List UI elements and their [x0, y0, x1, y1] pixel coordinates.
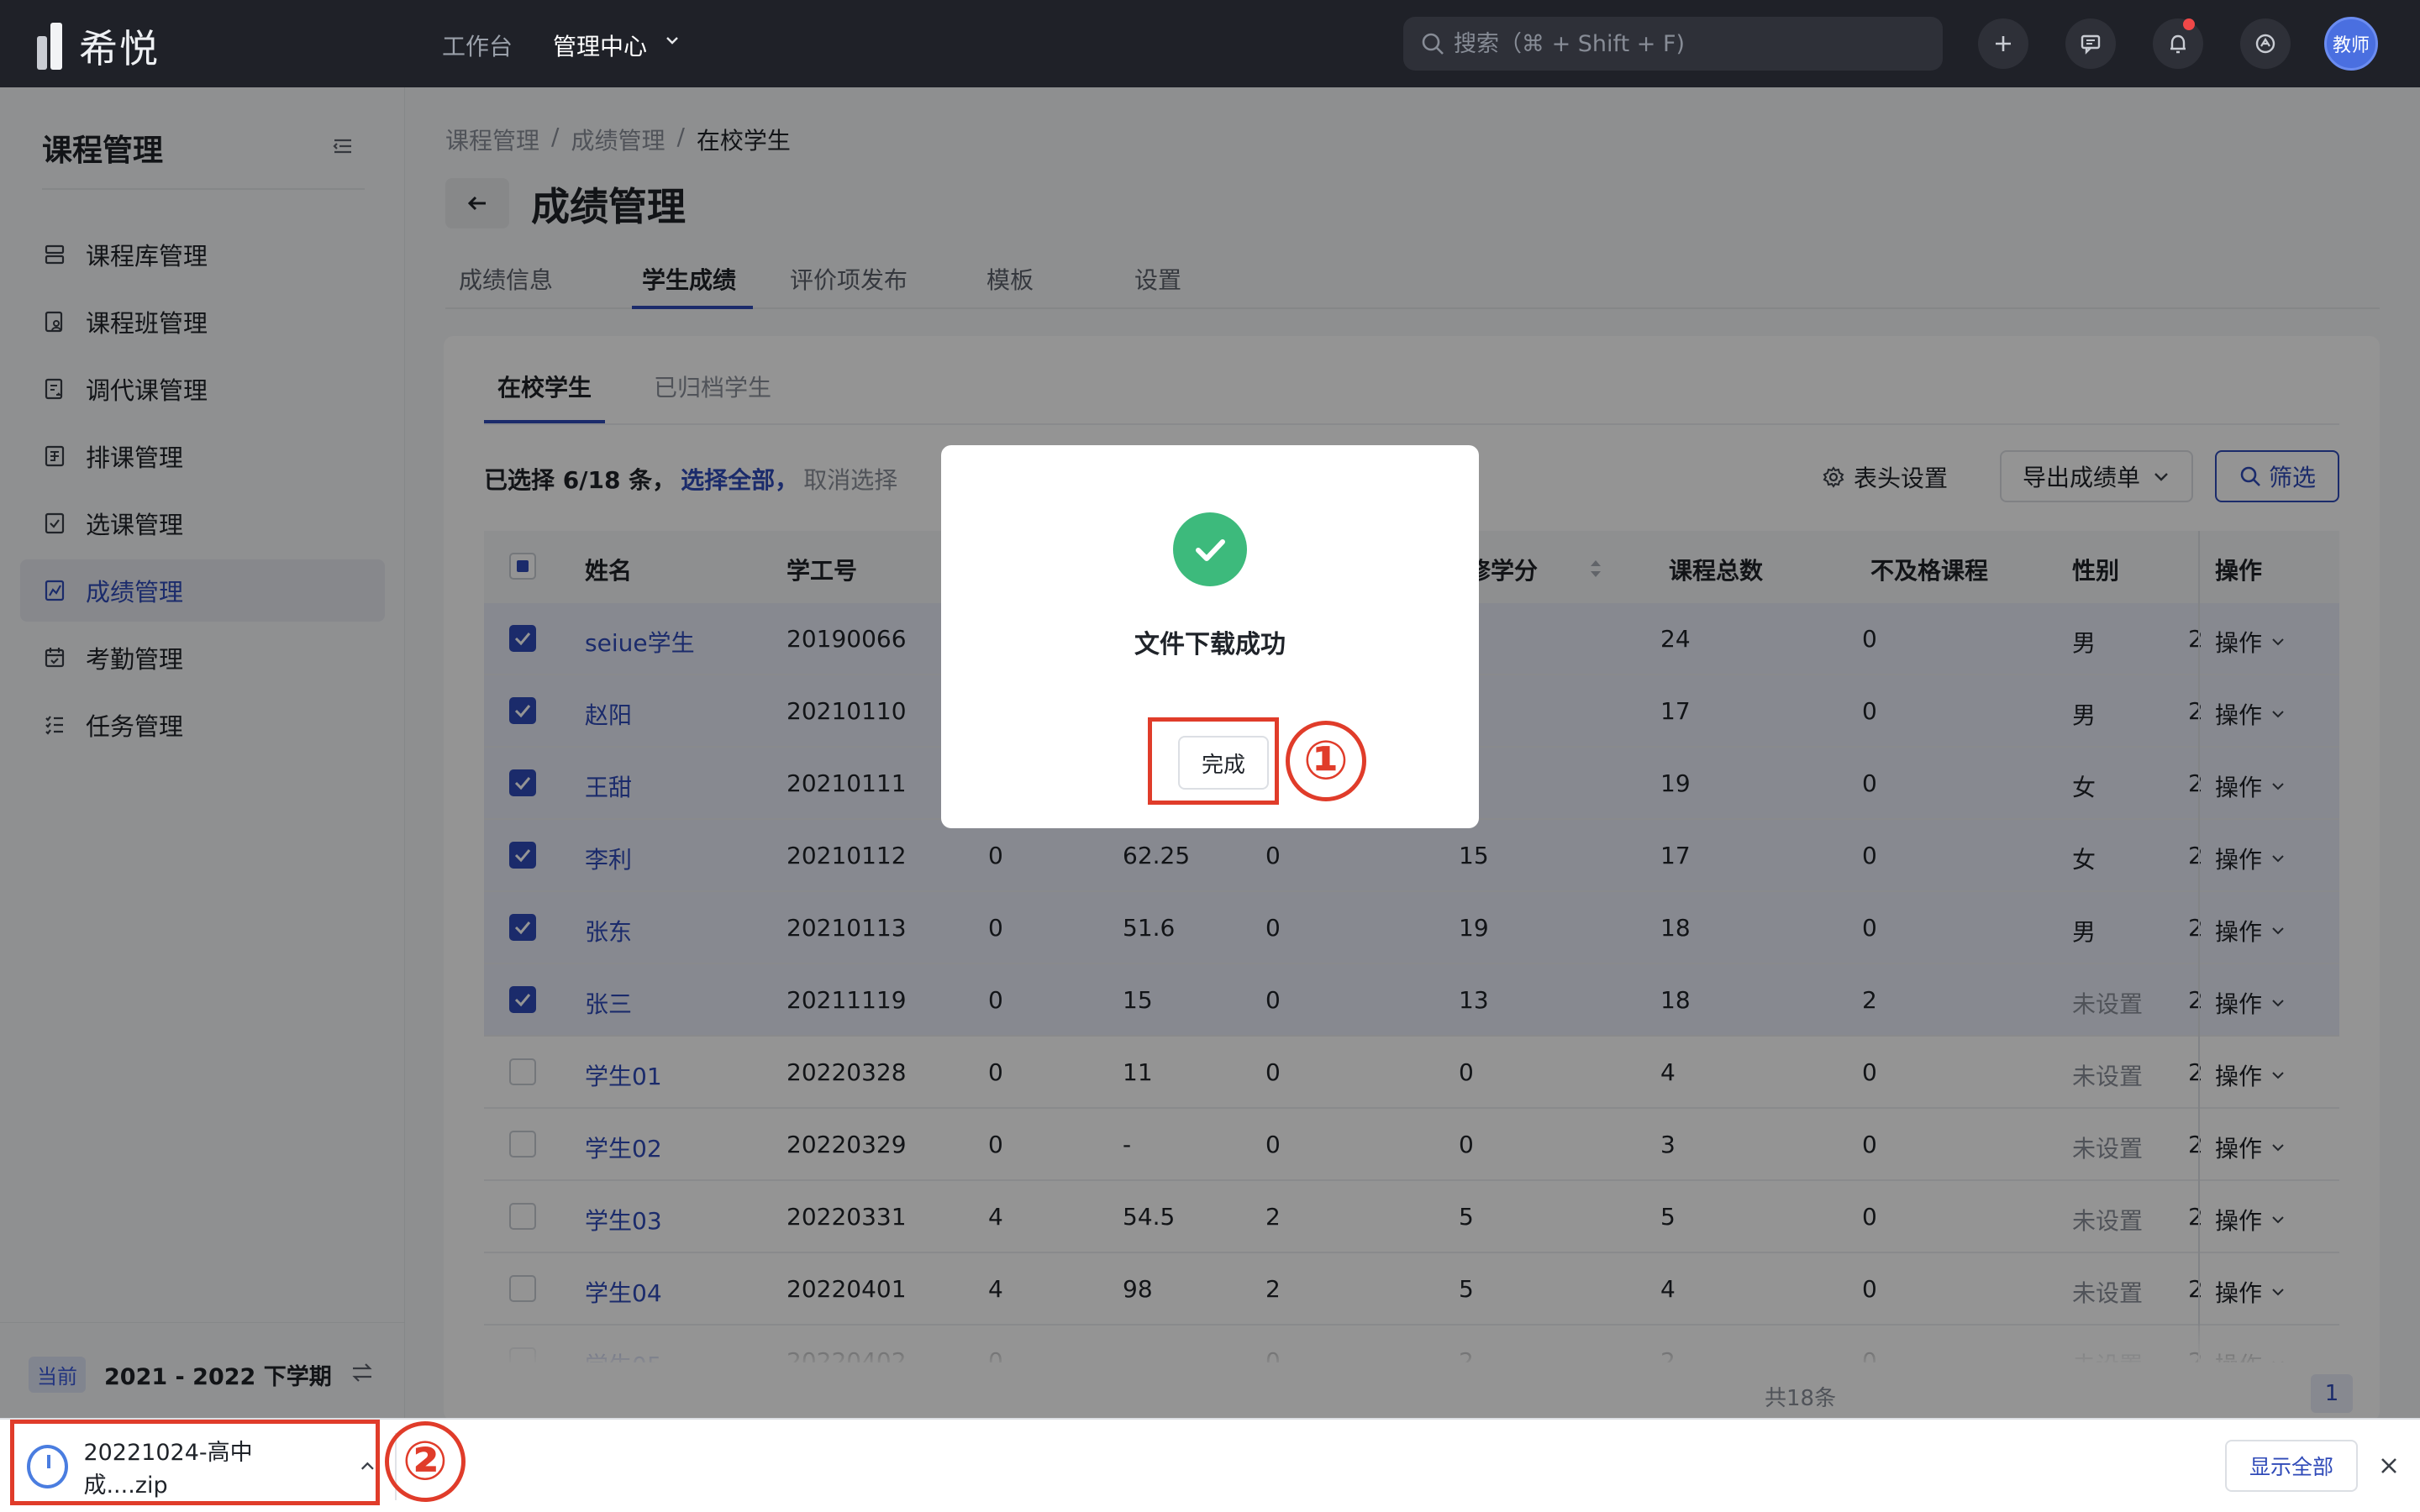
messages-button[interactable]: [2065, 18, 2116, 69]
top-navigation-bar: 希悦 工作台 管理中心 教师: [0, 0, 2420, 87]
bell-icon: [2170, 34, 2186, 54]
dialog-title: 文件下载成功: [1134, 630, 1286, 659]
annotation-number-1: ①: [1286, 721, 1366, 801]
chat-icon: [2081, 34, 2101, 55]
switch-role-icon: [2255, 34, 2275, 54]
logo-mark-icon: [37, 23, 67, 70]
add-button[interactable]: [1978, 18, 2028, 69]
plus-icon: [1996, 36, 2011, 51]
search-input[interactable]: [1454, 30, 1924, 57]
show-all-downloads-button[interactable]: 显示全部: [2225, 1440, 2358, 1492]
nav-item-workbench[interactable]: 工作台: [442, 29, 513, 62]
app-logo[interactable]: 希悦: [37, 18, 160, 74]
success-check-icon: [1173, 512, 1247, 586]
close-icon[interactable]: [2376, 1453, 2402, 1478]
switch-role-button[interactable]: [2240, 18, 2291, 69]
annotation-box-download: [10, 1420, 380, 1505]
notification-badge-dot: [2183, 18, 2195, 30]
annotation-number-2: ②: [385, 1421, 466, 1502]
nav-item-management-center[interactable]: 管理中心: [553, 29, 647, 62]
annotation-box-done: [1148, 717, 1279, 805]
avatar[interactable]: 教师: [2324, 17, 2378, 71]
notifications-button[interactable]: [2153, 18, 2203, 69]
chevron-down-icon[interactable]: [664, 32, 681, 49]
logo-text: 希悦: [79, 26, 160, 71]
global-search[interactable]: [1403, 17, 1943, 71]
search-icon: [1422, 33, 1444, 55]
